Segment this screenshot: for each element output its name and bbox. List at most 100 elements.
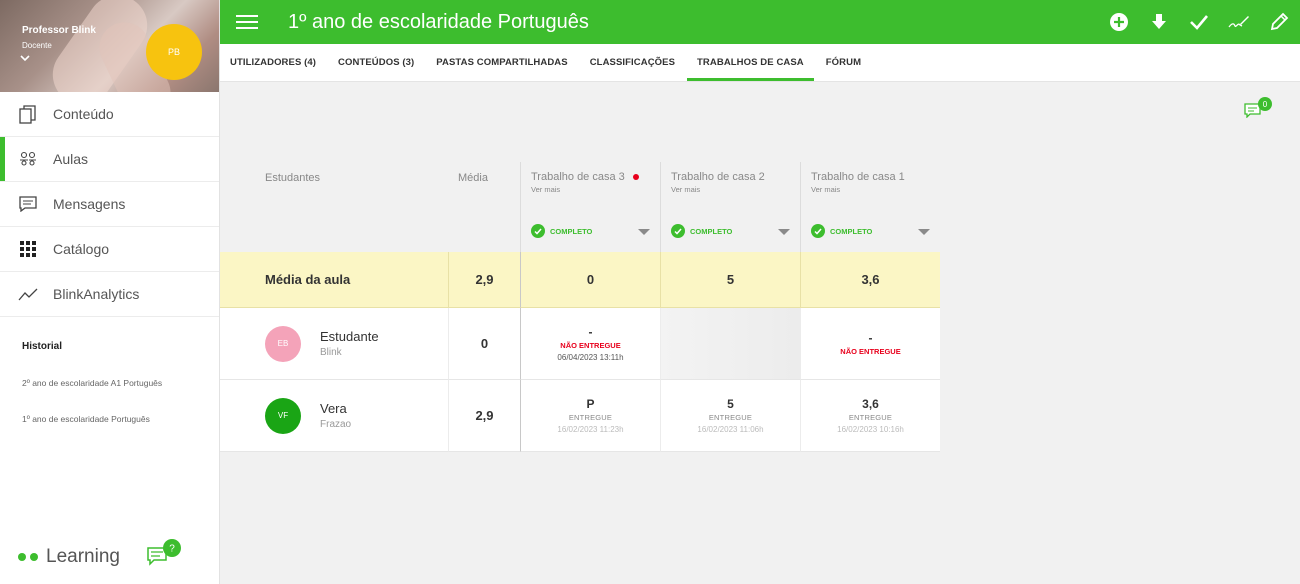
avatar: EB (265, 325, 301, 362)
grade-cell[interactable]: - NÃO ENTREGUE 06/04/2023 13:11h (520, 308, 660, 380)
sidebar-item-aulas[interactable]: Aulas (0, 137, 219, 182)
brand-text: Learning (46, 546, 120, 567)
grade-status: ENTREGUE (848, 413, 893, 422)
grade-status: ENTREGUE (568, 413, 613, 422)
column-header-students: Estudantes (265, 172, 321, 184)
sidebar-item-label: Catálogo (53, 241, 110, 257)
sidebar-item-conteudo[interactable]: Conteúdo (0, 92, 219, 137)
help-chat-icon[interactable]: ? (146, 538, 182, 566)
student-first-name: Vera (320, 401, 347, 416)
caret-down-icon (638, 229, 650, 235)
brand-dots-icon (18, 553, 38, 561)
table-row: VF Vera Frazao 2,9 P ENTREGUE 16/02/2023… (220, 380, 940, 452)
top-bar: 1º ano de escolaridade Português (220, 0, 1300, 44)
view-more-link[interactable]: Ver mais (811, 185, 930, 194)
student-cell[interactable]: EB Estudante Blink (220, 308, 448, 380)
view-more-link[interactable]: Ver mais (671, 185, 790, 194)
homework-title: Trabalho de casa 1 (811, 171, 905, 183)
grid-icon (18, 239, 38, 259)
homework-status-dropdown[interactable]: COMPLETO (811, 224, 932, 238)
sidebar-item-blinkanalytics[interactable]: BlinkAnalytics (0, 272, 219, 317)
student-last-name: Frazao (320, 419, 352, 430)
homework-status-label: COMPLETO (690, 226, 733, 236)
menu-icon[interactable] (236, 11, 258, 33)
student-average: 2,9 (448, 380, 520, 452)
grade-value: - (588, 325, 593, 339)
sidebar-item-mensagens[interactable]: Mensagens (0, 182, 219, 227)
grade-status: ENTREGUE (708, 413, 753, 422)
grade-value: 5 (727, 397, 734, 411)
class-average-homework-3: 0 (520, 252, 660, 308)
users-icon (18, 149, 38, 169)
grade-date: 16/02/2023 10:16h (837, 425, 904, 434)
grade-cell[interactable]: 5 ENTREGUE 16/02/2023 11:06h (660, 380, 800, 452)
homework-title-wrap: Trabalho de casa 3 (531, 171, 650, 183)
grade-date: 06/04/2023 13:11h (557, 353, 624, 362)
tab-utilizadores[interactable]: UTILIZADORES (4) (230, 44, 316, 82)
class-average-overall: 2,9 (448, 252, 520, 308)
homework-status-dropdown[interactable]: COMPLETO (531, 224, 652, 238)
tab-trabalhos-de-casa[interactable]: TRABALHOS DE CASA (687, 44, 814, 82)
grade-cell[interactable]: - NÃO ENTREGUE (800, 308, 940, 380)
student-last-name: Blink (320, 347, 342, 358)
grade-value: 3,6 (862, 397, 879, 411)
download-icon[interactable] (1148, 11, 1170, 33)
grade-date: 16/02/2023 11:23h (557, 425, 624, 434)
homework-status-label: COMPLETO (830, 226, 873, 236)
column-header-average: Média (458, 172, 488, 184)
profile-role: Docente (22, 41, 52, 50)
caret-down-icon (918, 229, 930, 235)
grade-cell[interactable]: P ENTREGUE 16/02/2023 11:23h (520, 380, 660, 452)
tab-conteudos[interactable]: CONTEÚDOS (3) (338, 44, 414, 82)
sidebar-item-label: Mensagens (53, 196, 126, 212)
history-item[interactable]: 1º ano de escolaridade Português (22, 414, 219, 424)
chevron-down-icon[interactable] (20, 54, 30, 65)
class-average-homework-1: 3,6 (800, 252, 940, 308)
homework-title: Trabalho de casa 3 (531, 171, 625, 183)
avatar: VF (265, 397, 301, 434)
student-first-name: Estudante (320, 329, 379, 344)
homework-title-wrap: Trabalho de casa 1 (811, 171, 930, 183)
plus-circle-icon[interactable] (1108, 11, 1130, 33)
new-indicator-dot (632, 174, 639, 180)
check-icon[interactable] (1188, 11, 1210, 33)
grade-cell[interactable]: 3,6 ENTREGUE 16/02/2023 10:16h (800, 380, 940, 452)
check-circle-icon (811, 224, 825, 238)
page-title: 1º ano de escolaridade Português (288, 10, 589, 33)
class-average-label: Média da aula (220, 252, 448, 308)
profile-header[interactable]: Professor Blink Docente PB (0, 0, 219, 92)
tab-pastas-compartilhadas[interactable]: PASTAS COMPARTILHADAS (436, 44, 567, 82)
sidebar-item-label: BlinkAnalytics (53, 286, 140, 302)
homework-grades-table: Estudantes Média Trabalho de casa 3 Ver … (220, 162, 940, 452)
tab-forum[interactable]: FÓRUM (826, 44, 861, 82)
chat-badge-count: 0 (1263, 100, 1268, 109)
brand-logo: Learning (18, 546, 120, 568)
grade-cell-empty (660, 308, 800, 380)
caret-down-icon (778, 229, 790, 235)
table-row: EB Estudante Blink 0 - NÃO ENTREGUE 06/0… (220, 308, 940, 380)
student-average: 0 (448, 308, 520, 380)
grade-value: - (868, 331, 873, 345)
column-header-homework-1: Trabalho de casa 1 Ver mais COMPLETO (800, 162, 940, 252)
sidebar-item-label: Aulas (53, 151, 89, 167)
sidebar-nav: Conteúdo Aulas Mensagens Catálogo BlinkA… (0, 92, 219, 317)
chat-icon[interactable]: 0 (1244, 96, 1274, 119)
grade-status: NÃO ENTREGUE (560, 341, 621, 350)
toolbar (1108, 0, 1290, 44)
student-cell[interactable]: VF Vera Frazao (220, 380, 448, 452)
grade-value: P (586, 397, 595, 411)
check-circle-icon (671, 224, 685, 238)
sidebar-item-catalogo[interactable]: Catálogo (0, 227, 219, 272)
homework-title: Trabalho de casa 2 (671, 171, 765, 183)
avatar[interactable]: PB (146, 24, 202, 80)
pencil-icon[interactable] (1268, 11, 1290, 33)
tab-classificacoes[interactable]: CLASSIFICAÇÕES (590, 44, 675, 82)
view-more-link[interactable]: Ver mais (531, 185, 650, 194)
help-badge-count: ? (169, 544, 175, 555)
signature-icon[interactable] (1228, 11, 1250, 33)
class-average-homework-2: 5 (660, 252, 800, 308)
sidebar-item-label: Conteúdo (53, 106, 114, 122)
history-item[interactable]: 2º ano de escolaridade A1 Português (22, 378, 219, 388)
check-circle-icon (531, 224, 545, 238)
homework-status-dropdown[interactable]: COMPLETO (671, 224, 792, 238)
